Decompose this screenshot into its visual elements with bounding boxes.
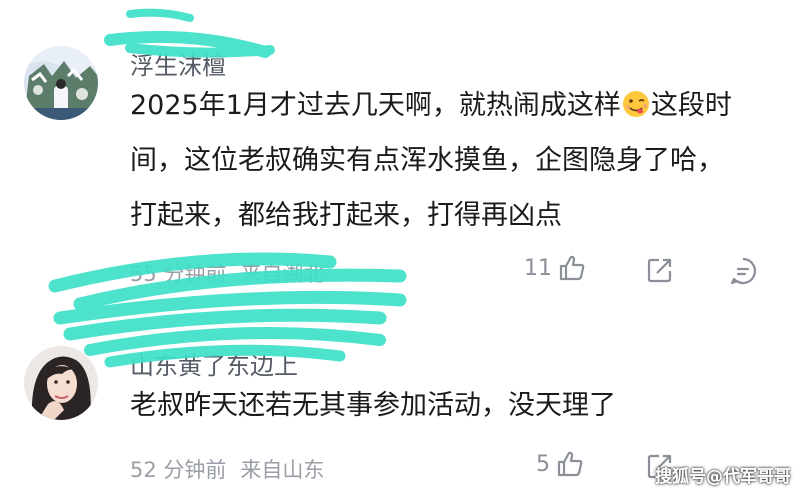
like-count: 5 xyxy=(536,451,550,477)
comment-meta: 52 分钟前 来自山东 xyxy=(130,454,324,484)
username[interactable]: 山东黄了东边上 xyxy=(130,346,298,381)
like-button[interactable]: 5 xyxy=(536,450,584,478)
location: 来自山东 xyxy=(240,458,325,482)
avatar[interactable] xyxy=(24,346,98,420)
watermark: 搜狐号@代军哥哥 xyxy=(655,467,791,487)
comment-2: 山东黄了东边上 老叔昨天还若无其事参加活动，没天理了 52 分钟前 来自山东 5 xyxy=(0,0,799,497)
thumbs-up-icon xyxy=(556,450,584,478)
comment-text: 老叔昨天还若无其事参加活动，没天理了 xyxy=(130,390,616,421)
timestamp: 52 分钟前 xyxy=(130,458,227,482)
